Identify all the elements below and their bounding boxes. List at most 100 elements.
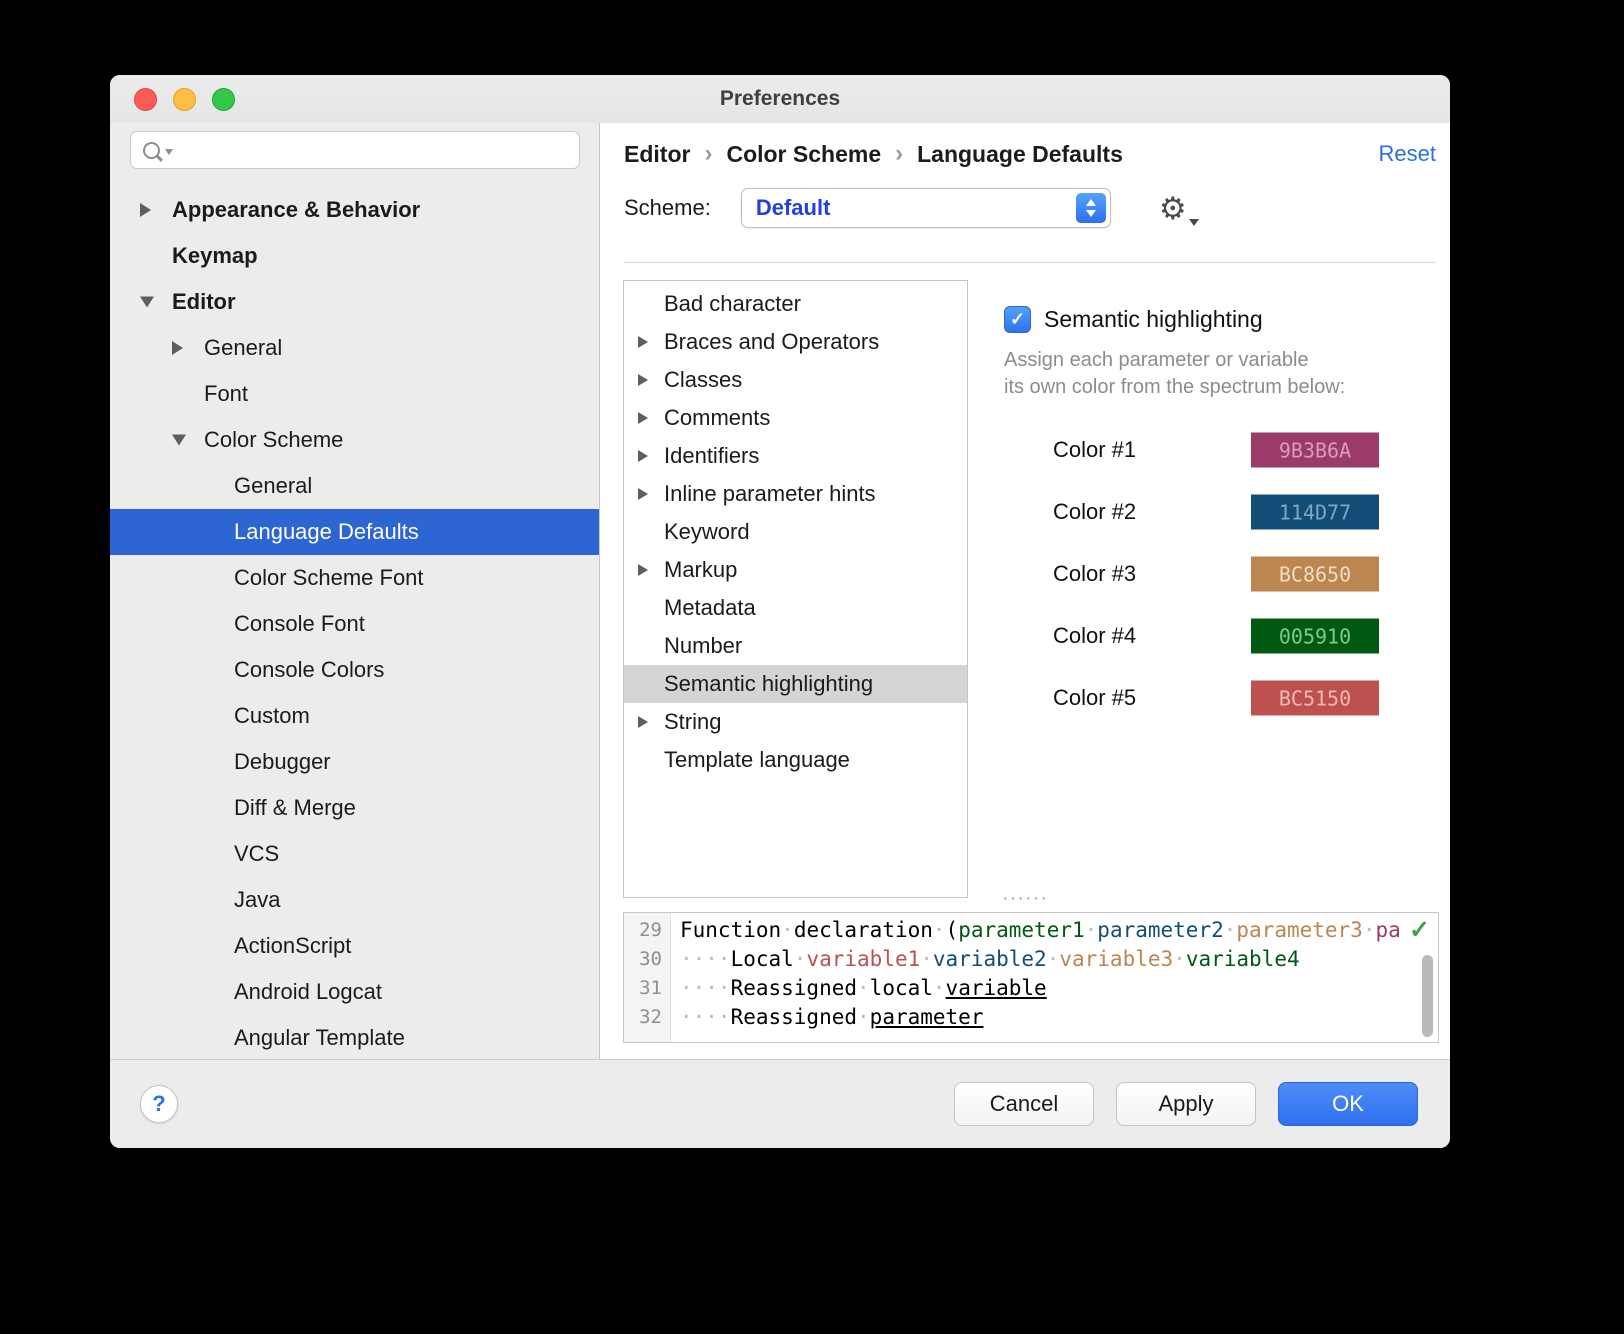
minimize-button[interactable] — [173, 88, 196, 111]
sidebar-item-general[interactable]: General — [110, 463, 599, 509]
chevron-right-icon[interactable] — [638, 450, 648, 462]
code-token: · — [1085, 918, 1098, 942]
color-swatch-color-1[interactable]: 9B3B6A — [1251, 433, 1379, 468]
sidebar-item-label: Language Defaults — [234, 519, 419, 545]
sidebar-item-java[interactable]: Java — [110, 877, 599, 923]
apply-button[interactable]: Apply — [1116, 1082, 1256, 1126]
sidebar-item-label: Color Scheme — [204, 427, 343, 453]
search-icon — [143, 142, 160, 159]
element-item-markup[interactable]: Markup — [624, 551, 967, 589]
chevron-right-icon[interactable] — [638, 412, 648, 424]
sidebar-item-console-font[interactable]: Console Font — [110, 601, 599, 647]
sidebar-item-language-defaults[interactable]: Language Defaults — [110, 509, 599, 555]
code-token: declaration — [794, 918, 933, 942]
splitter-handle[interactable]: ······ — [1002, 893, 1048, 903]
chevron-right-icon[interactable] — [638, 564, 648, 576]
code-token: · — [857, 976, 870, 1000]
element-item-number[interactable]: Number — [624, 627, 967, 665]
line-number: 30 — [624, 948, 670, 970]
combo-stepper-icon[interactable] — [1076, 193, 1106, 223]
sidebar-item-font[interactable]: Font — [110, 371, 599, 417]
breadcrumb-editor[interactable]: Editor — [624, 141, 690, 168]
sidebar-item-debugger[interactable]: Debugger — [110, 739, 599, 785]
color-label: Color #5 — [1053, 685, 1136, 711]
footer-buttons: Cancel Apply OK — [954, 1082, 1418, 1126]
scheme-row: Scheme: Default ⚙ — [624, 187, 1187, 229]
semantic-highlighting-checkbox[interactable]: ✓ — [1004, 306, 1031, 333]
sidebar-item-keymap[interactable]: Keymap — [110, 233, 599, 279]
line-number: 29 — [624, 919, 670, 941]
chevron-right-icon[interactable] — [172, 341, 183, 355]
sidebar-item-label: Color Scheme Font — [234, 565, 424, 591]
color-swatch-color-2[interactable]: 114D77 — [1251, 495, 1379, 530]
code-line-32: 32····Reassigned·parameter — [624, 1002, 1438, 1031]
code-token: · — [1047, 947, 1060, 971]
ok-button[interactable]: OK — [1278, 1082, 1418, 1126]
sidebar-item-label: Java — [234, 887, 280, 913]
sidebar-item-angular-template[interactable]: Angular Template — [110, 1015, 599, 1059]
color-swatch-color-4[interactable]: 005910 — [1251, 619, 1379, 654]
chevron-down-icon[interactable] — [172, 435, 186, 446]
main-panel: Editor › Color Scheme › Language Default… — [600, 123, 1450, 1059]
element-item-label: String — [664, 709, 721, 735]
code-line-31: 31····Reassigned·local·variable — [624, 973, 1438, 1002]
element-item-comments[interactable]: Comments — [624, 399, 967, 437]
breadcrumb-color-scheme[interactable]: Color Scheme — [726, 141, 881, 168]
code-line-30: 30····Local·variable1·variable2·variable… — [624, 944, 1438, 973]
sidebar-item-actionscript[interactable]: ActionScript — [110, 923, 599, 969]
close-button[interactable] — [134, 88, 157, 111]
sidebar-item-vcs[interactable]: VCS — [110, 831, 599, 877]
element-item-label: Keyword — [664, 519, 750, 545]
element-item-keyword[interactable]: Keyword — [624, 513, 967, 551]
chevron-down-icon[interactable] — [140, 297, 154, 308]
sidebar-item-custom[interactable]: Custom — [110, 693, 599, 739]
sidebar-item-editor[interactable]: Editor — [110, 279, 599, 325]
code-token: variable4 — [1186, 947, 1300, 971]
element-item-classes[interactable]: Classes — [624, 361, 967, 399]
color-swatch-color-5[interactable]: BC5150 — [1251, 681, 1379, 716]
semantic-highlighting-row: ✓ Semantic highlighting — [1004, 306, 1440, 333]
chevron-right-icon[interactable] — [638, 716, 648, 728]
preview-scrollbar[interactable] — [1422, 955, 1433, 1037]
sidebar-item-appearance-behavior[interactable]: Appearance & Behavior — [110, 187, 599, 233]
element-item-identifiers[interactable]: Identifiers — [624, 437, 967, 475]
sidebar-item-label: Debugger — [234, 749, 331, 775]
element-item-string[interactable]: String — [624, 703, 967, 741]
sidebar-item-general[interactable]: General — [110, 325, 599, 371]
gear-icon[interactable]: ⚙ — [1159, 193, 1187, 224]
titlebar: Preferences — [110, 75, 1450, 123]
element-item-template-language[interactable]: Template language — [624, 741, 967, 779]
footer-bar: ? Cancel Apply OK — [110, 1059, 1450, 1148]
element-item-inline-parameter-hints[interactable]: Inline parameter hints — [624, 475, 967, 513]
sidebar-item-label: Editor — [172, 289, 236, 315]
color-swatch-color-3[interactable]: BC8650 — [1251, 557, 1379, 592]
chevron-right-icon[interactable] — [638, 336, 648, 348]
help-button[interactable]: ? — [140, 1085, 178, 1123]
chevron-right-icon[interactable] — [140, 203, 151, 217]
element-item-label: Inline parameter hints — [664, 481, 876, 507]
element-item-braces-and-operators[interactable]: Braces and Operators — [624, 323, 967, 361]
element-item-bad-character[interactable]: Bad character — [624, 285, 967, 323]
search-input[interactable] — [178, 131, 579, 169]
code-token: variable2 — [933, 947, 1047, 971]
chevron-right-icon[interactable] — [638, 374, 648, 386]
chevron-down-icon — [165, 149, 173, 155]
code-token: local — [870, 976, 933, 1000]
reset-link[interactable]: Reset — [1379, 141, 1436, 167]
sidebar-item-color-scheme-font[interactable]: Color Scheme Font — [110, 555, 599, 601]
sidebar-item-diff-merge[interactable]: Diff & Merge — [110, 785, 599, 831]
code-token: Reassigned — [731, 976, 857, 1000]
sidebar-item-label: Font — [204, 381, 248, 407]
chevron-right-icon[interactable] — [638, 488, 648, 500]
breadcrumb: Editor › Color Scheme › Language Default… — [624, 135, 1436, 173]
element-item-semantic-highlighting[interactable]: Semantic highlighting — [624, 665, 967, 703]
zoom-button[interactable] — [212, 88, 235, 111]
sidebar-item-android-logcat[interactable]: Android Logcat — [110, 969, 599, 1015]
search-box[interactable] — [130, 131, 580, 169]
element-item-metadata[interactable]: Metadata — [624, 589, 967, 627]
cancel-button[interactable]: Cancel — [954, 1082, 1094, 1126]
scheme-select[interactable]: Default — [741, 188, 1111, 228]
sidebar-item-color-scheme[interactable]: Color Scheme — [110, 417, 599, 463]
sidebar-item-console-colors[interactable]: Console Colors — [110, 647, 599, 693]
code-token: parameter — [870, 1005, 984, 1029]
